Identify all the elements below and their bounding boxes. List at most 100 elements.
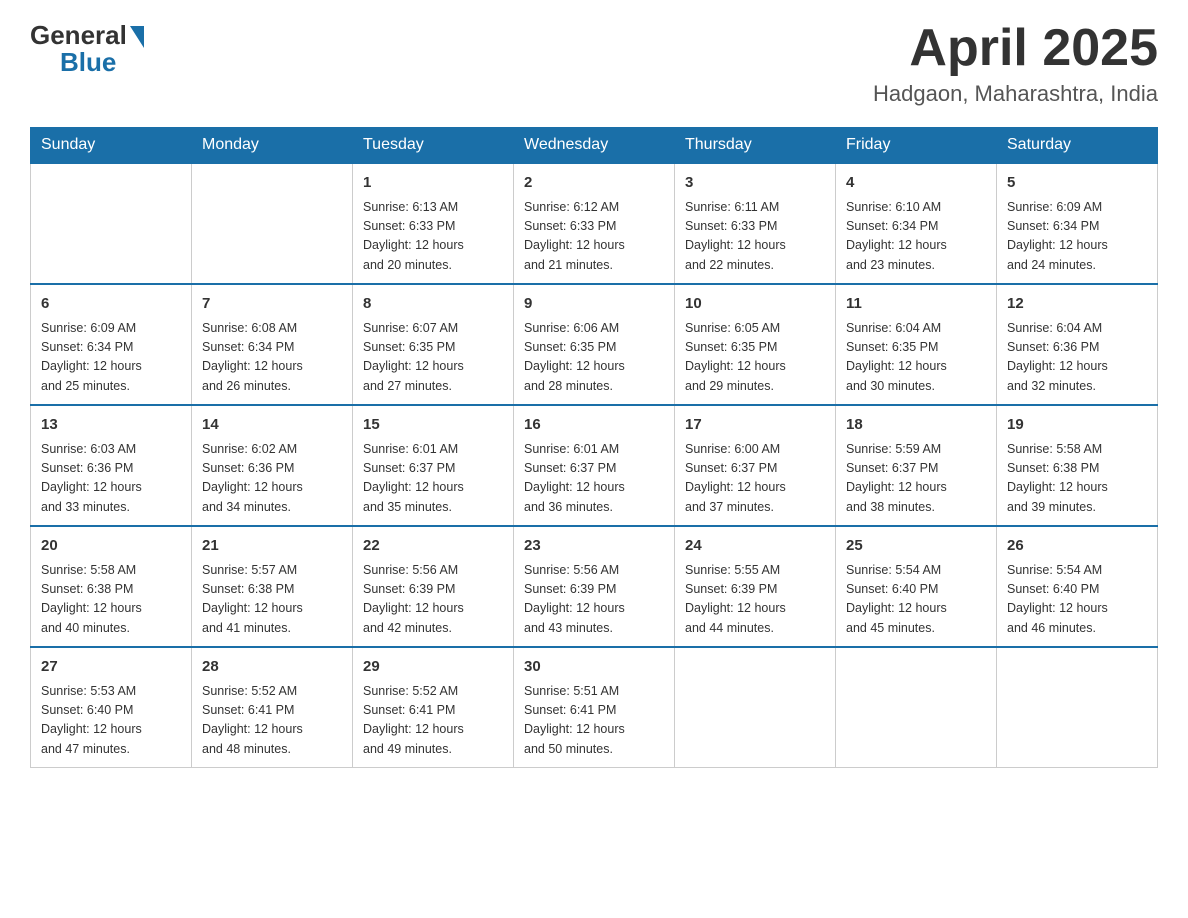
day-info: Sunrise: 5:52 AM Sunset: 6:41 PM Dayligh…	[363, 682, 503, 760]
calendar-cell: 18Sunrise: 5:59 AM Sunset: 6:37 PM Dayli…	[836, 405, 997, 526]
day-number: 14	[202, 414, 342, 437]
day-number: 19	[1007, 414, 1147, 437]
day-info: Sunrise: 6:13 AM Sunset: 6:33 PM Dayligh…	[363, 198, 503, 276]
day-info: Sunrise: 6:04 AM Sunset: 6:35 PM Dayligh…	[846, 319, 986, 397]
logo-triangle-icon	[130, 26, 144, 48]
day-number: 20	[41, 535, 181, 558]
day-info: Sunrise: 5:59 AM Sunset: 6:37 PM Dayligh…	[846, 440, 986, 518]
day-info: Sunrise: 5:53 AM Sunset: 6:40 PM Dayligh…	[41, 682, 181, 760]
calendar-cell: 5 Sunrise: 6:09 AM Sunset: 6:34 PM Daylig…	[997, 163, 1158, 284]
calendar-cell	[997, 647, 1158, 768]
day-info: Sunrise: 6:04 AM Sunset: 6:36 PM Dayligh…	[1007, 319, 1147, 397]
calendar-cell: 14 Sunrise: 6:02 AM Sunset: 6:36 PM Dayli…	[192, 405, 353, 526]
day-info: Sunrise: 6:02 AM Sunset: 6:36 PM Dayligh…	[202, 440, 342, 518]
calendar-week-row: 1Sunrise: 6:13 AM Sunset: 6:33 PM Daylig…	[31, 163, 1158, 284]
calendar-cell: 21 Sunrise: 5:57 AM Sunset: 6:38 PM Dayli…	[192, 526, 353, 647]
day-number: 11	[846, 293, 986, 316]
calendar-cell: 19 Sunrise: 5:58 AM Sunset: 6:38 PM Dayli…	[997, 405, 1158, 526]
day-number: 21	[202, 535, 342, 558]
col-friday: Friday	[836, 128, 997, 164]
day-info: Sunrise: 6:05 AM Sunset: 6:35 PM Dayligh…	[685, 319, 825, 397]
calendar-cell: 3 Sunrise: 6:11 AM Sunset: 6:33 PM Daylig…	[675, 163, 836, 284]
calendar-cell	[675, 647, 836, 768]
col-monday: Monday	[192, 128, 353, 164]
calendar-cell: 12 Sunrise: 6:04 AM Sunset: 6:36 PM Dayli…	[997, 284, 1158, 405]
day-number: 5	[1007, 172, 1147, 195]
day-number: 15	[363, 414, 503, 437]
page-header: General Blue April 2025 Hadgaon, Maharas…	[30, 20, 1158, 107]
day-number: 22	[363, 535, 503, 558]
logo-blue-text: Blue	[60, 47, 116, 78]
calendar-table: Sunday Monday Tuesday Wednesday Thursday…	[30, 127, 1158, 768]
day-info: Sunrise: 5:56 AM Sunset: 6:39 PM Dayligh…	[363, 561, 503, 639]
calendar-cell: 6 Sunrise: 6:09 AM Sunset: 6:34 PM Daylig…	[31, 284, 192, 405]
day-number: 24	[685, 535, 825, 558]
day-number: 16	[524, 414, 664, 437]
day-number: 4	[846, 172, 986, 195]
day-number: 26	[1007, 535, 1147, 558]
day-number: 30	[524, 656, 664, 679]
calendar-week-row: 27 Sunrise: 5:53 AM Sunset: 6:40 PM Dayli…	[31, 647, 1158, 768]
day-info: Sunrise: 6:08 AM Sunset: 6:34 PM Dayligh…	[202, 319, 342, 397]
day-info: Sunrise: 6:09 AM Sunset: 6:34 PM Dayligh…	[41, 319, 181, 397]
calendar-week-row: 20 Sunrise: 5:58 AM Sunset: 6:38 PM Dayli…	[31, 526, 1158, 647]
col-sunday: Sunday	[31, 128, 192, 164]
title-block: April 2025 Hadgaon, Maharashtra, India	[873, 20, 1158, 107]
day-info: Sunrise: 6:01 AM Sunset: 6:37 PM Dayligh…	[363, 440, 503, 518]
day-number: 25	[846, 535, 986, 558]
calendar-cell: 28 Sunrise: 5:52 AM Sunset: 6:41 PM Dayli…	[192, 647, 353, 768]
day-info: Sunrise: 5:51 AM Sunset: 6:41 PM Dayligh…	[524, 682, 664, 760]
calendar-cell: 26 Sunrise: 5:54 AM Sunset: 6:40 PM Dayli…	[997, 526, 1158, 647]
calendar-cell: 8 Sunrise: 6:07 AM Sunset: 6:35 PM Daylig…	[353, 284, 514, 405]
day-info: Sunrise: 5:55 AM Sunset: 6:39 PM Dayligh…	[685, 561, 825, 639]
day-info: Sunrise: 5:52 AM Sunset: 6:41 PM Dayligh…	[202, 682, 342, 760]
calendar-cell: 20 Sunrise: 5:58 AM Sunset: 6:38 PM Dayli…	[31, 526, 192, 647]
day-number: 12	[1007, 293, 1147, 316]
calendar-cell: 4 Sunrise: 6:10 AM Sunset: 6:34 PM Daylig…	[836, 163, 997, 284]
day-number: 29	[363, 656, 503, 679]
calendar-week-row: 13 Sunrise: 6:03 AM Sunset: 6:36 PM Dayli…	[31, 405, 1158, 526]
day-number: 17	[685, 414, 825, 437]
col-tuesday: Tuesday	[353, 128, 514, 164]
day-number: 6	[41, 293, 181, 316]
day-number: 23	[524, 535, 664, 558]
col-saturday: Saturday	[997, 128, 1158, 164]
day-number: 10	[685, 293, 825, 316]
month-title: April 2025	[873, 20, 1158, 77]
day-info: Sunrise: 6:12 AM Sunset: 6:33 PM Dayligh…	[524, 198, 664, 276]
day-info: Sunrise: 6:10 AM Sunset: 6:34 PM Dayligh…	[846, 198, 986, 276]
day-number: 7	[202, 293, 342, 316]
calendar-cell: 2 Sunrise: 6:12 AM Sunset: 6:33 PM Daylig…	[514, 163, 675, 284]
day-info: Sunrise: 6:11 AM Sunset: 6:33 PM Dayligh…	[685, 198, 825, 276]
calendar-cell: 11 Sunrise: 6:04 AM Sunset: 6:35 PM Dayli…	[836, 284, 997, 405]
calendar-cell: 24 Sunrise: 5:55 AM Sunset: 6:39 PM Dayli…	[675, 526, 836, 647]
calendar-cell: 30 Sunrise: 5:51 AM Sunset: 6:41 PM Dayli…	[514, 647, 675, 768]
day-info: Sunrise: 5:58 AM Sunset: 6:38 PM Dayligh…	[41, 561, 181, 639]
day-info: Sunrise: 5:57 AM Sunset: 6:38 PM Dayligh…	[202, 561, 342, 639]
calendar-cell: 10 Sunrise: 6:05 AM Sunset: 6:35 PM Dayli…	[675, 284, 836, 405]
day-info: Sunrise: 5:54 AM Sunset: 6:40 PM Dayligh…	[1007, 561, 1147, 639]
logo: General Blue	[30, 20, 144, 78]
day-number: 28	[202, 656, 342, 679]
day-info: Sunrise: 5:56 AM Sunset: 6:39 PM Dayligh…	[524, 561, 664, 639]
calendar-cell	[836, 647, 997, 768]
day-info: Sunrise: 6:03 AM Sunset: 6:36 PM Dayligh…	[41, 440, 181, 518]
calendar-cell: 9 Sunrise: 6:06 AM Sunset: 6:35 PM Daylig…	[514, 284, 675, 405]
calendar-cell: 15 Sunrise: 6:01 AM Sunset: 6:37 PM Dayli…	[353, 405, 514, 526]
day-info: Sunrise: 6:07 AM Sunset: 6:35 PM Dayligh…	[363, 319, 503, 397]
day-number: 9	[524, 293, 664, 316]
calendar-cell: 7 Sunrise: 6:08 AM Sunset: 6:34 PM Daylig…	[192, 284, 353, 405]
day-info: Sunrise: 6:00 AM Sunset: 6:37 PM Dayligh…	[685, 440, 825, 518]
day-number: 8	[363, 293, 503, 316]
calendar-cell: 27 Sunrise: 5:53 AM Sunset: 6:40 PM Dayli…	[31, 647, 192, 768]
col-wednesday: Wednesday	[514, 128, 675, 164]
day-number: 2	[524, 172, 664, 195]
day-number: 13	[41, 414, 181, 437]
calendar-cell	[192, 163, 353, 284]
day-number: 27	[41, 656, 181, 679]
day-info: Sunrise: 6:09 AM Sunset: 6:34 PM Dayligh…	[1007, 198, 1147, 276]
day-info: Sunrise: 5:58 AM Sunset: 6:38 PM Dayligh…	[1007, 440, 1147, 518]
day-number: 3	[685, 172, 825, 195]
calendar-header-row: Sunday Monday Tuesday Wednesday Thursday…	[31, 128, 1158, 164]
day-info: Sunrise: 6:06 AM Sunset: 6:35 PM Dayligh…	[524, 319, 664, 397]
